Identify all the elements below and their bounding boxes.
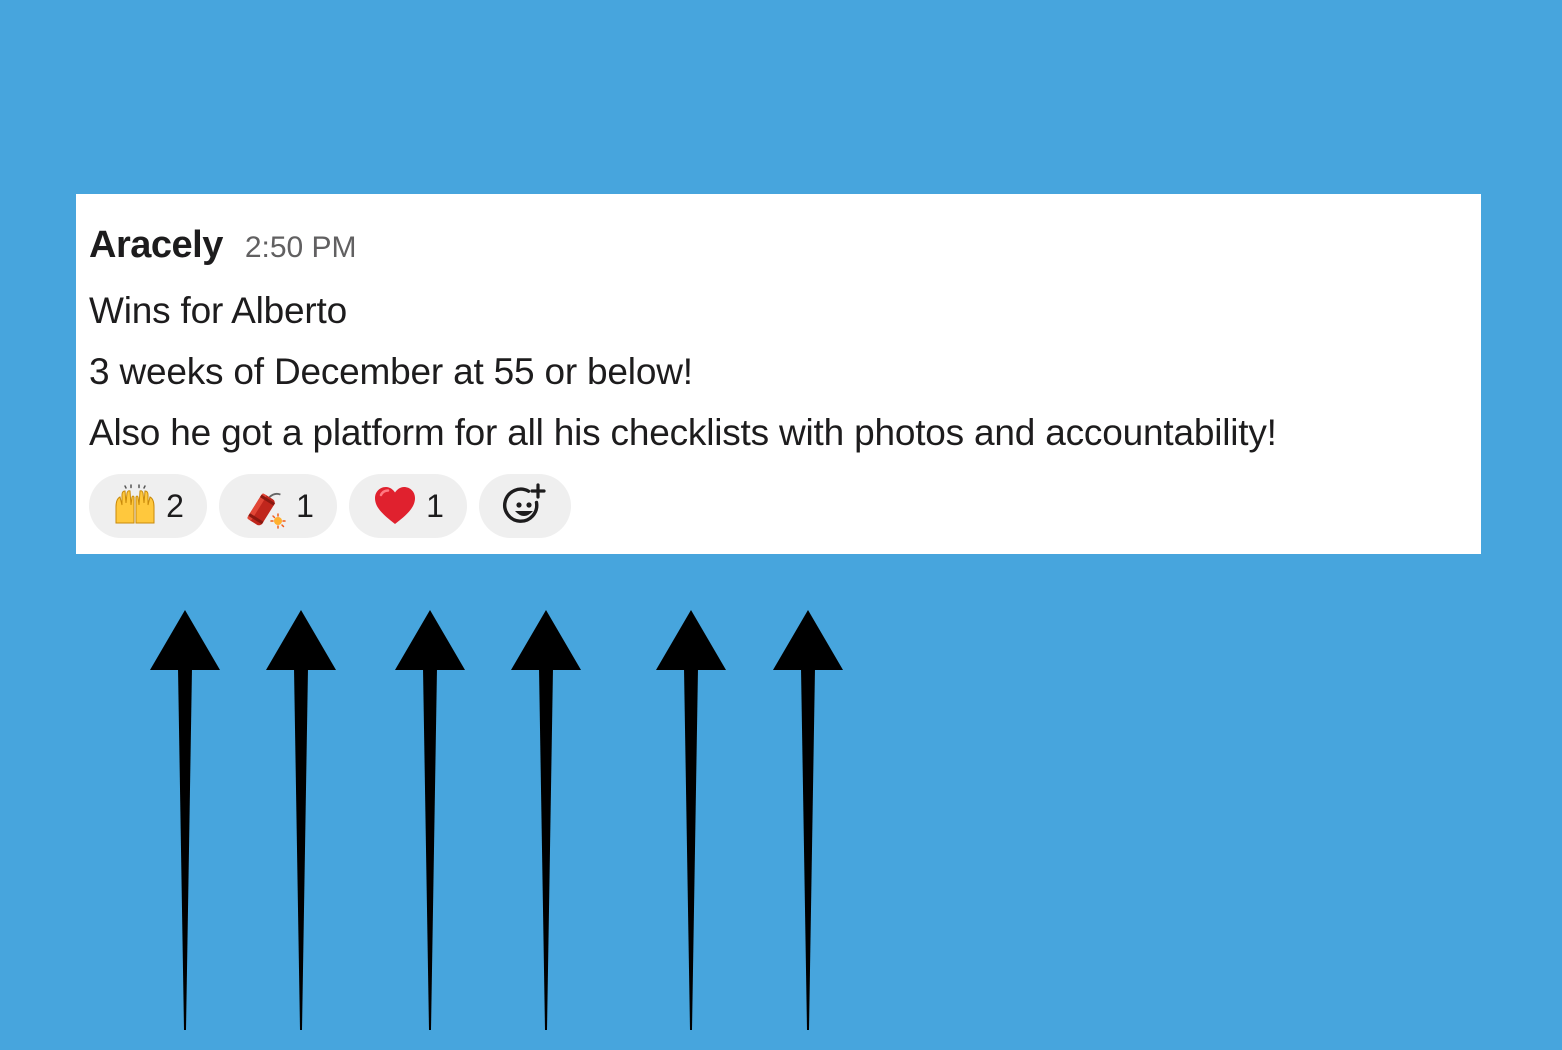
up-arrow-icon — [266, 610, 336, 1030]
up-arrow-icon — [773, 610, 843, 1030]
up-arrow-icon — [150, 610, 220, 1030]
up-arrow-icon — [511, 610, 581, 1030]
up-arrow-icon — [656, 610, 726, 1030]
arrows-overlay — [150, 610, 843, 1030]
up-arrow-icon — [395, 610, 465, 1030]
